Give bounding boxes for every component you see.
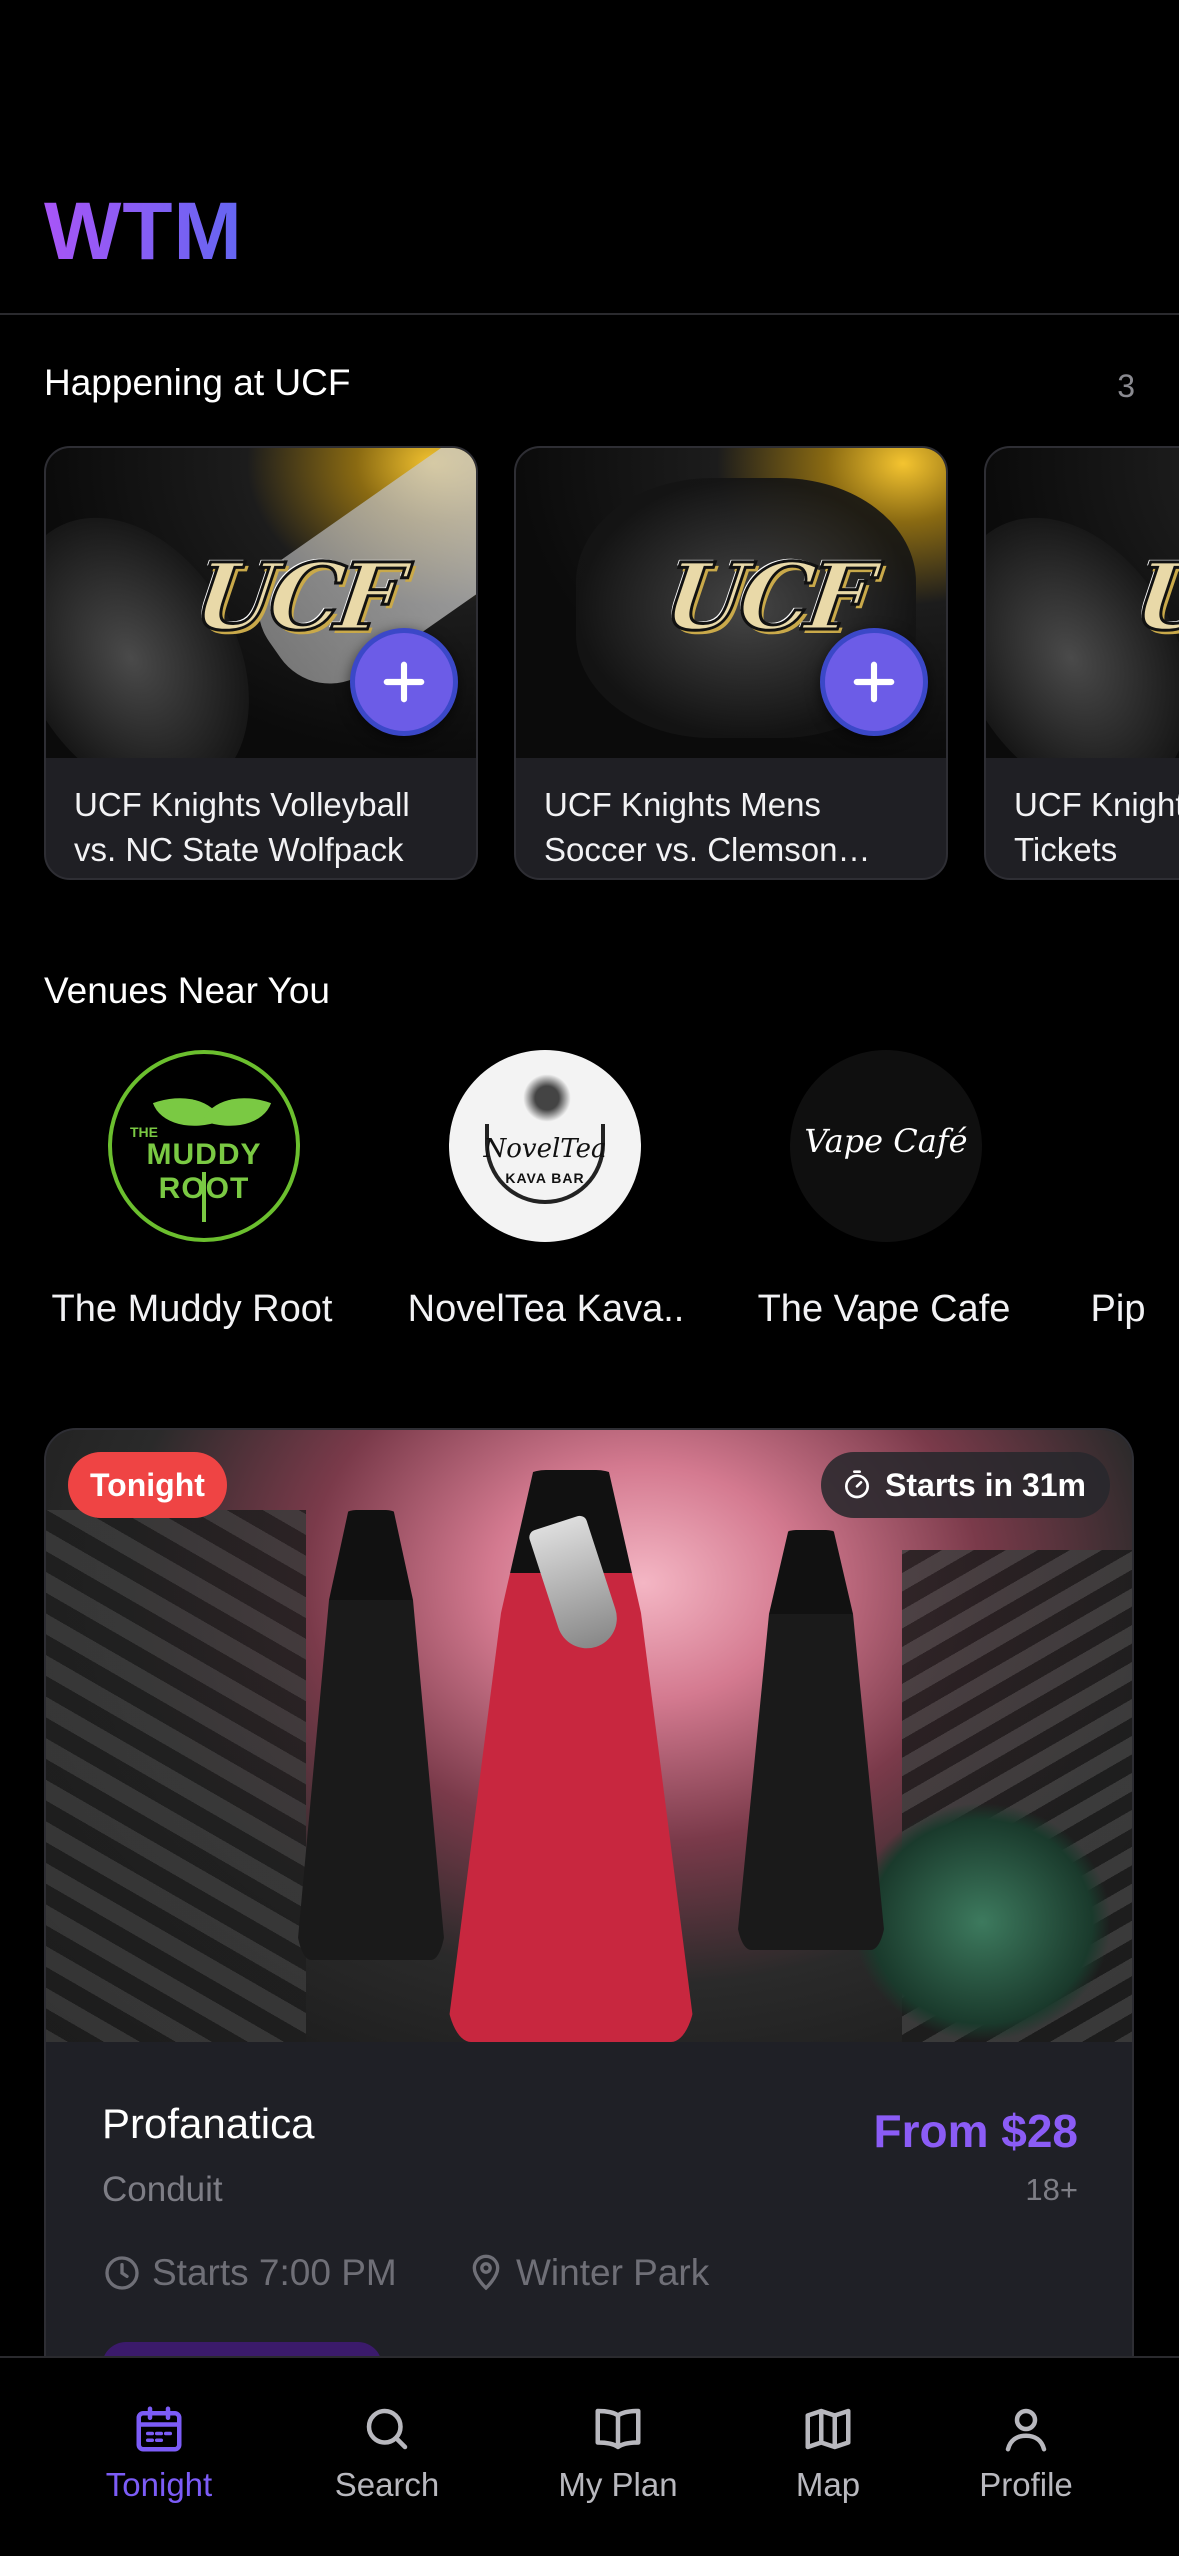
location-pin-icon: [472, 2254, 500, 2291]
app-logo: WTM: [44, 186, 243, 277]
venue-logo: THE MUDDY ROOT: [108, 1050, 300, 1242]
tab-search[interactable]: Search: [287, 2402, 487, 2522]
event-hero-image: Tonight Starts in 31m: [46, 1430, 1132, 2042]
user-icon: [1005, 2408, 1047, 2452]
venue-logo: Vape Café: [790, 1050, 982, 1242]
tab-map[interactable]: Map: [728, 2402, 928, 2522]
event-card-soccer[interactable]: UCF UCF Knights Mens Soccer vs. Clemson …: [514, 446, 948, 880]
add-to-plan-button[interactable]: [350, 628, 458, 736]
venue-muddy-root[interactable]: THE MUDDY ROOT The Muddy Root: [26, 1050, 366, 1350]
venue-name: NovelTea Kava..: [407, 1288, 685, 1330]
app-header: WTM: [0, 0, 1179, 315]
event-location: Winter Park: [466, 2252, 709, 2294]
venues-section-title: Venues Near You: [44, 970, 330, 1011]
ucf-logo: UCF: [187, 542, 406, 653]
age-restriction: 18+: [1025, 2172, 1078, 2207]
event-card-title: UCF Knights Volleyball vs. NC State Wolf…: [74, 786, 410, 868]
search-icon: [366, 2408, 408, 2450]
event-image: UCF: [986, 448, 1179, 758]
event-venue[interactable]: Conduit: [102, 2170, 223, 2210]
venue-name: The Muddy Root: [51, 1288, 333, 1330]
countdown-badge: Starts in 31m: [821, 1452, 1110, 1518]
plus-icon: [853, 661, 895, 703]
venue-logo: NovelTea KAVA BAR: [449, 1050, 641, 1242]
plus-icon: [383, 661, 425, 703]
happening-section-title: Happening at UCF: [44, 362, 351, 403]
event-title: Profanatica: [102, 2100, 315, 2147]
event-card-title: UCF Knights Mens Soccer vs. Clemson Tige…: [544, 786, 838, 868]
tab-profile[interactable]: Profile: [926, 2402, 1126, 2522]
add-to-plan-button[interactable]: [820, 628, 928, 736]
happening-count: 3: [1117, 368, 1135, 404]
venues-carousel[interactable]: THE MUDDY ROOT The Muddy Root NovelTea K…: [0, 1050, 1179, 1350]
countdown-text: Starts in 31m: [885, 1466, 1086, 1503]
ucf-logo: UCF: [1127, 542, 1179, 653]
timer-icon: [845, 1470, 870, 1499]
event-image: UCF: [516, 448, 946, 758]
tab-tonight[interactable]: Tonight: [59, 2402, 259, 2522]
venue-name: Pip: [1090, 1288, 1146, 1330]
clock-icon: [105, 2256, 139, 2290]
tonight-badge: Tonight: [68, 1452, 227, 1518]
tab-my-plan[interactable]: My Plan: [518, 2402, 718, 2522]
event-image: UCF: [46, 448, 476, 758]
event-card-title: UCF Knights Season Tickets: [1014, 786, 1179, 868]
ucf-logo: UCF: [657, 542, 876, 653]
event-time: Starts 7:00 PM: [102, 2252, 397, 2294]
calendar-icon: [136, 2406, 182, 2452]
venue-pip[interactable]: Pip: [1056, 1050, 1179, 1350]
bottom-tab-bar: Tonight Search My Plan Map Profile: [0, 2356, 1179, 2556]
event-price: From $28: [873, 2105, 1078, 2157]
event-card-season[interactable]: UCF UCF Knights Season Tickets: [984, 446, 1179, 880]
venue-noveltea[interactable]: NovelTea KAVA BAR NovelTea Kava..: [376, 1050, 716, 1350]
book-icon: [595, 2408, 641, 2450]
event-card-volleyball[interactable]: UCF UCF Knights Volleyball vs. NC State …: [44, 446, 478, 880]
map-icon: [805, 2408, 851, 2450]
happening-carousel[interactable]: UCF UCF Knights Volleyball vs. NC State …: [44, 446, 1179, 886]
